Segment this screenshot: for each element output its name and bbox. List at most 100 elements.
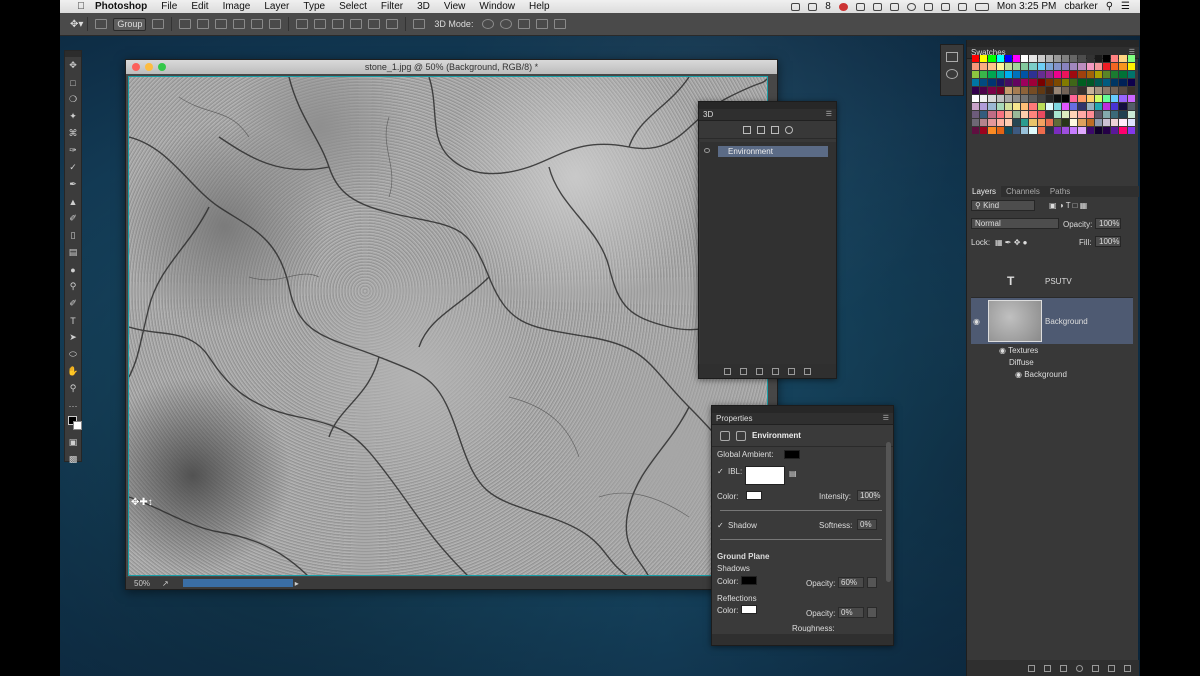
- swatch-69[interactable]: [1045, 79, 1053, 86]
- ibl-checkbox[interactable]: ✓: [717, 467, 724, 476]
- swatch-87[interactable]: [1029, 87, 1037, 94]
- blend-mode-dropdown[interactable]: Normal: [971, 218, 1059, 229]
- swatch-42[interactable]: [988, 71, 996, 78]
- swatch-134[interactable]: [1086, 103, 1094, 110]
- screen-mode-icon[interactable]: ▩: [65, 451, 81, 468]
- close-window-icon[interactable]: [132, 63, 140, 71]
- swatch-62[interactable]: [988, 79, 996, 86]
- swatch-48[interactable]: [1037, 71, 1045, 78]
- panel-menu-icon[interactable]: ☰: [826, 109, 832, 121]
- shadows-opacity-stepper[interactable]: [867, 577, 877, 588]
- environment-type-icon[interactable]: [736, 430, 746, 441]
- swatch-168[interactable]: [1037, 119, 1045, 126]
- swatch-117[interactable]: [1111, 95, 1119, 102]
- swatch-136[interactable]: [1103, 103, 1111, 110]
- swatch-140[interactable]: [972, 111, 980, 118]
- swatch-144[interactable]: [1004, 111, 1012, 118]
- swatch-147[interactable]: [1029, 111, 1037, 118]
- environment-scene-icon[interactable]: [720, 430, 730, 441]
- filter-icons[interactable]: ▣ ◑ T □ ▦: [1049, 201, 1129, 210]
- apple-icon[interactable]: : [74, 0, 88, 13]
- render-icon[interactable]: [724, 367, 731, 375]
- swatch-112[interactable]: [1070, 95, 1078, 102]
- align-vcenter-icon[interactable]: [197, 19, 210, 29]
- swatch-153[interactable]: [1078, 111, 1086, 118]
- export-icon[interactable]: ↗: [162, 579, 169, 588]
- swatch-54[interactable]: [1086, 71, 1094, 78]
- swatch-24[interactable]: [1004, 63, 1012, 70]
- swatch-77[interactable]: [1111, 79, 1119, 86]
- swatch-107[interactable]: [1029, 95, 1037, 102]
- swatch-97[interactable]: [1111, 87, 1119, 94]
- softness-field[interactable]: 0%: [857, 519, 877, 530]
- move-tool-icon[interactable]: ✥▾: [70, 19, 83, 30]
- swatch-92[interactable]: [1070, 87, 1078, 94]
- swatch-37[interactable]: [1111, 63, 1119, 70]
- distribute-bottom-icon[interactable]: [332, 19, 345, 29]
- ibl-texture-swatch[interactable]: [745, 466, 785, 485]
- swatch-39[interactable]: [1127, 63, 1135, 70]
- airplay-icon[interactable]: [855, 2, 865, 11]
- delete-icon[interactable]: [804, 367, 811, 375]
- swatch-143[interactable]: [996, 111, 1004, 118]
- swatch-157[interactable]: [1111, 111, 1119, 118]
- swatch-156[interactable]: [1103, 111, 1111, 118]
- properties-scrollbar[interactable]: [886, 442, 891, 582]
- bluetooth-icon[interactable]: [923, 2, 933, 11]
- lasso-tool-icon[interactable]: ❍: [65, 91, 81, 108]
- delete-layer-icon[interactable]: [1124, 664, 1131, 672]
- status-arrow-icon[interactable]: ▸: [295, 579, 299, 588]
- fill-field[interactable]: 100%: [1095, 236, 1121, 247]
- swatch-43[interactable]: [996, 71, 1004, 78]
- user-name[interactable]: cbarker: [1064, 1, 1097, 12]
- swatch-150[interactable]: [1053, 111, 1062, 118]
- swatch-197[interactable]: [1111, 127, 1119, 134]
- swatch-131[interactable]: [1062, 103, 1070, 110]
- swatch-189[interactable]: [1045, 127, 1053, 134]
- visibility-eye-icon[interactable]: [704, 148, 710, 153]
- type-tool-icon[interactable]: T: [65, 312, 81, 329]
- swatch-199[interactable]: [1127, 127, 1135, 134]
- swatch-113[interactable]: [1078, 95, 1086, 102]
- swatch-179[interactable]: [1127, 119, 1135, 126]
- auto-align-icon[interactable]: [413, 19, 426, 29]
- meshes-icon[interactable]: [756, 125, 765, 134]
- menu-filter[interactable]: Filter: [374, 0, 410, 13]
- swatch-109[interactable]: [1045, 95, 1053, 102]
- distribute-left-icon[interactable]: [350, 19, 363, 29]
- swatch-165[interactable]: [1012, 119, 1021, 126]
- swatch-30[interactable]: [1053, 63, 1062, 70]
- swatch-55[interactable]: [1094, 71, 1102, 78]
- swatch-86[interactable]: [1021, 87, 1029, 94]
- swatch-25[interactable]: [1012, 63, 1021, 70]
- swatch-181[interactable]: [980, 127, 988, 134]
- swatch-126[interactable]: [1021, 103, 1029, 110]
- swatch-133[interactable]: [1078, 103, 1086, 110]
- swatch-14[interactable]: [1086, 55, 1094, 62]
- shadow-checkbox[interactable]: ✓: [717, 521, 724, 530]
- textures-sublayer[interactable]: ◉ Textures: [999, 346, 1099, 355]
- zoom-tool-icon[interactable]: ⚲: [65, 380, 81, 397]
- swatch-110[interactable]: [1053, 95, 1062, 102]
- swatch-21[interactable]: [980, 63, 988, 70]
- swatch-163[interactable]: [996, 119, 1004, 126]
- swatch-40[interactable]: [972, 71, 980, 78]
- swatch-11[interactable]: [1062, 55, 1070, 62]
- swatch-104[interactable]: [1004, 95, 1012, 102]
- align-top-icon[interactable]: [179, 19, 192, 29]
- swatch-191[interactable]: [1062, 127, 1070, 134]
- swatch-5[interactable]: [1012, 55, 1021, 62]
- swatch-129[interactable]: [1045, 103, 1053, 110]
- add-mesh-icon[interactable]: [756, 367, 763, 375]
- swatch-106[interactable]: [1021, 95, 1029, 102]
- opacity-field[interactable]: 100%: [1095, 218, 1121, 229]
- swatch-65[interactable]: [1012, 79, 1021, 86]
- reflections-color-swatch[interactable]: [741, 605, 757, 614]
- swatch-13[interactable]: [1078, 55, 1086, 62]
- tab-paths[interactable]: Paths: [1045, 187, 1075, 196]
- swatch-170[interactable]: [1053, 119, 1062, 126]
- layer-row-type[interactable]: T PSUTV: [971, 266, 1133, 298]
- swatch-96[interactable]: [1103, 87, 1111, 94]
- swatch-59[interactable]: [1127, 71, 1135, 78]
- swatch-171[interactable]: [1062, 119, 1070, 126]
